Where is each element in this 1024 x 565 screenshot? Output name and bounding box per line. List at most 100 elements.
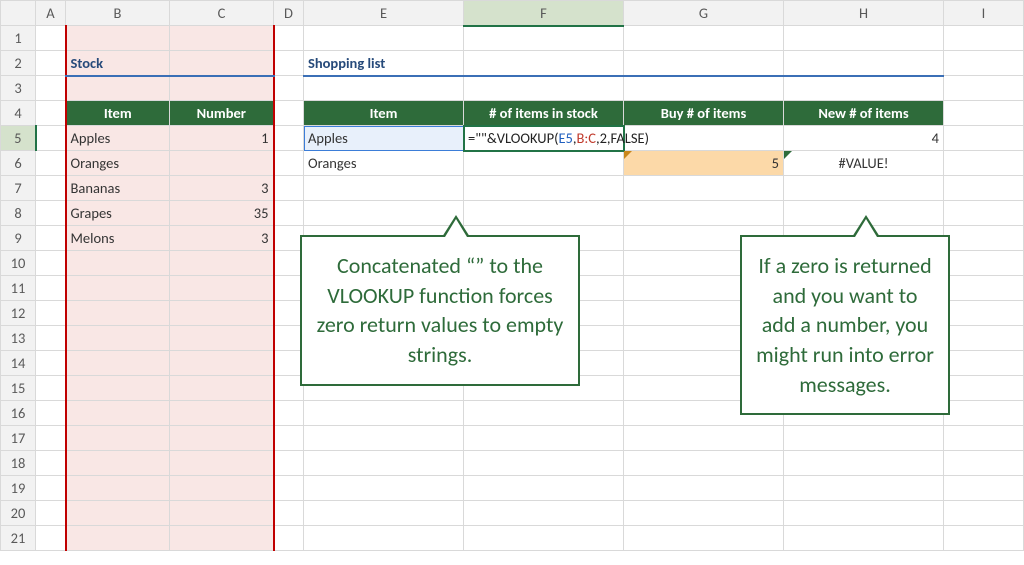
cell[interactable] — [944, 451, 1024, 476]
cell[interactable] — [304, 526, 464, 551]
row-header-15[interactable]: 15 — [1, 376, 36, 401]
cell[interactable] — [274, 526, 304, 551]
cell[interactable] — [944, 251, 1024, 276]
cell[interactable] — [784, 76, 944, 101]
cell[interactable] — [944, 226, 1024, 251]
row-header-8[interactable]: 8 — [1, 201, 36, 226]
cell[interactable] — [274, 26, 304, 51]
cell[interactable] — [66, 276, 170, 301]
row-header-21[interactable]: 21 — [1, 526, 36, 551]
shopping-header-new[interactable]: New # of items — [784, 101, 944, 126]
cell[interactable] — [36, 201, 66, 226]
cell[interactable] — [304, 176, 464, 201]
row-header-2[interactable]: 2 — [1, 51, 36, 76]
cell[interactable] — [170, 376, 274, 401]
cell[interactable] — [944, 301, 1024, 326]
cell[interactable] — [66, 476, 170, 501]
cell[interactable] — [624, 451, 784, 476]
cell[interactable] — [624, 76, 784, 101]
row-header-3[interactable]: 3 — [1, 76, 36, 101]
col-header-G[interactable]: G — [624, 1, 784, 26]
stock-number[interactable]: 3 — [170, 226, 274, 251]
cell[interactable] — [944, 526, 1024, 551]
shopping-buy[interactable]: 5 — [624, 151, 784, 176]
cell[interactable] — [170, 276, 274, 301]
cell[interactable] — [36, 226, 66, 251]
cell[interactable] — [170, 401, 274, 426]
row-header-18[interactable]: 18 — [1, 451, 36, 476]
cell[interactable] — [464, 176, 624, 201]
cell[interactable] — [944, 126, 1024, 151]
cell[interactable] — [170, 476, 274, 501]
shopping-header-item[interactable]: Item — [304, 101, 464, 126]
cell[interactable] — [274, 251, 304, 276]
cell[interactable] — [784, 501, 944, 526]
row-header-20[interactable]: 20 — [1, 501, 36, 526]
cell[interactable] — [66, 326, 170, 351]
cell[interactable] — [944, 351, 1024, 376]
cell[interactable] — [274, 426, 304, 451]
cell[interactable] — [304, 451, 464, 476]
cell[interactable] — [36, 126, 66, 151]
cell[interactable] — [464, 26, 624, 51]
row-header-9[interactable]: 9 — [1, 226, 36, 251]
cell[interactable] — [304, 201, 464, 226]
cell[interactable] — [36, 301, 66, 326]
cell[interactable] — [274, 476, 304, 501]
col-header-I[interactable]: I — [944, 1, 1024, 26]
cell[interactable] — [304, 501, 464, 526]
cell[interactable] — [66, 376, 170, 401]
stock-number[interactable] — [170, 151, 274, 176]
cell[interactable] — [66, 426, 170, 451]
cell[interactable] — [274, 201, 304, 226]
stock-header-number[interactable]: Number — [170, 101, 274, 126]
cell[interactable] — [36, 151, 66, 176]
cell[interactable] — [944, 101, 1024, 126]
row-header-10[interactable]: 10 — [1, 251, 36, 276]
cell[interactable] — [274, 301, 304, 326]
cell[interactable] — [170, 351, 274, 376]
cell[interactable] — [274, 326, 304, 351]
stock-title[interactable]: Stock — [66, 51, 170, 76]
row-header-11[interactable]: 11 — [1, 276, 36, 301]
cell[interactable] — [274, 126, 304, 151]
cell[interactable] — [36, 251, 66, 276]
cell[interactable] — [464, 451, 624, 476]
shopping-header-stock[interactable]: # of items in stock — [464, 101, 624, 126]
cell[interactable] — [784, 26, 944, 51]
cell[interactable] — [36, 376, 66, 401]
stock-number[interactable]: 1 — [170, 126, 274, 151]
cell[interactable] — [274, 276, 304, 301]
cell[interactable] — [36, 326, 66, 351]
shopping-title[interactable]: Shopping list — [304, 51, 464, 76]
formula-cell-F5[interactable]: =""&VLOOKUP(E5,B:C,2,FALSE) — [464, 126, 624, 151]
cell[interactable] — [624, 426, 784, 451]
cell[interactable] — [944, 151, 1024, 176]
cell[interactable] — [944, 401, 1024, 426]
cell[interactable] — [66, 501, 170, 526]
cell[interactable] — [170, 526, 274, 551]
cell[interactable] — [464, 151, 624, 176]
cell[interactable] — [304, 476, 464, 501]
cell[interactable] — [274, 351, 304, 376]
cell[interactable] — [624, 476, 784, 501]
cell[interactable] — [784, 51, 944, 76]
cell[interactable] — [624, 201, 784, 226]
stock-item[interactable]: Apples — [66, 126, 170, 151]
cell[interactable] — [274, 501, 304, 526]
cell[interactable] — [66, 526, 170, 551]
cell[interactable] — [464, 401, 624, 426]
cell[interactable] — [944, 26, 1024, 51]
col-header-E[interactable]: E — [304, 1, 464, 26]
stock-header-item[interactable]: Item — [66, 101, 170, 126]
cell[interactable] — [36, 451, 66, 476]
cell[interactable] — [274, 51, 304, 76]
cell[interactable] — [624, 176, 784, 201]
row-header-19[interactable]: 19 — [1, 476, 36, 501]
col-header-A[interactable]: A — [36, 1, 66, 26]
row-header-14[interactable]: 14 — [1, 351, 36, 376]
row-header-5[interactable]: 5 — [1, 126, 36, 151]
row-header-13[interactable]: 13 — [1, 326, 36, 351]
cell[interactable] — [624, 26, 784, 51]
cell[interactable] — [304, 26, 464, 51]
